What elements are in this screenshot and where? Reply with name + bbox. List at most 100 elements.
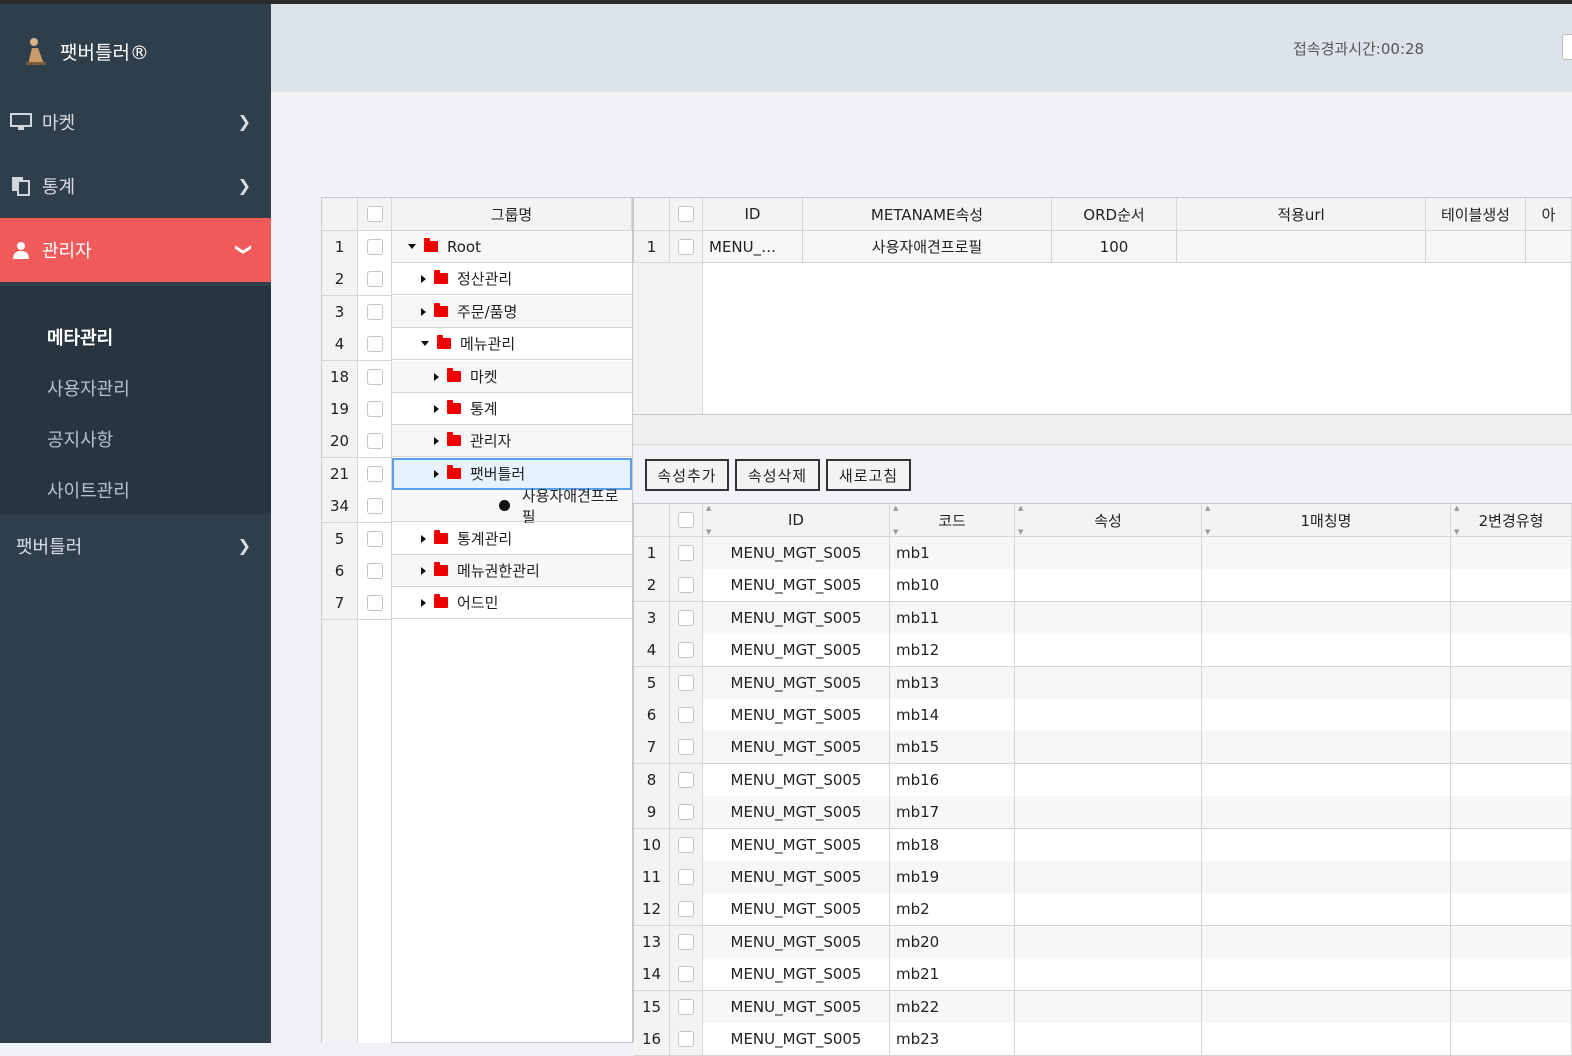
tree-node[interactable]: 사용자애견프로필 — [392, 487, 632, 526]
attr-cell-id[interactable]: MENU_MGT_S005 — [703, 634, 890, 667]
tree-node[interactable]: 통계 — [392, 393, 632, 425]
row-checkbox[interactable] — [366, 401, 383, 417]
attr-cell-change[interactable] — [1451, 958, 1572, 991]
attr-cell-id[interactable]: MENU_MGT_S005 — [703, 764, 890, 797]
tree-node[interactable]: 통계관리 — [392, 523, 632, 555]
sort-arrows-icon[interactable]: ▲ ▼ — [1205, 504, 1213, 536]
row-checkbox[interactable] — [678, 999, 694, 1015]
attr-cell-code[interactable]: mb2 — [890, 893, 1015, 926]
attr-cell-code[interactable]: mb20 — [890, 926, 1015, 959]
attr-cell-id[interactable]: MENU_MGT_S005 — [703, 991, 890, 1024]
tree-node[interactable]: 마켓 — [392, 361, 632, 393]
header-button[interactable] — [1562, 34, 1572, 60]
tree-node[interactable]: 메뉴권한관리 — [392, 555, 632, 587]
attr-cell-change[interactable] — [1451, 796, 1572, 829]
attr-cell-match[interactable] — [1202, 861, 1451, 894]
attr-cell-change[interactable] — [1451, 667, 1572, 700]
attr-cell-attr[interactable] — [1015, 829, 1202, 862]
row-checkbox[interactable] — [366, 595, 383, 611]
attr-cell-attr[interactable] — [1015, 991, 1202, 1024]
attr-cell-code[interactable]: mb19 — [890, 861, 1015, 894]
row-checkbox[interactable] — [678, 804, 694, 820]
attr-cell-match[interactable] — [1202, 1023, 1451, 1056]
row-checkbox[interactable] — [678, 610, 694, 626]
row-checkbox[interactable] — [678, 901, 694, 917]
submenu-item-site[interactable]: 사이트관리 — [47, 477, 130, 503]
attr-cell-code[interactable]: mb23 — [890, 1023, 1015, 1056]
row-checkbox[interactable] — [678, 577, 694, 593]
attr-cell-id[interactable]: MENU_MGT_S005 — [703, 829, 890, 862]
submenu-item-meta[interactable]: 메타관리 — [47, 324, 113, 350]
row-checkbox[interactable] — [678, 642, 694, 658]
row-checkbox[interactable] — [366, 433, 383, 449]
attr-cell-id[interactable]: MENU_MGT_S005 — [703, 926, 890, 959]
nav-item-admin[interactable]: 관리자 ❯ — [0, 218, 271, 282]
attr-cell-id[interactable]: MENU_MGT_S005 — [703, 731, 890, 764]
attr-cell-attr[interactable] — [1015, 764, 1202, 797]
row-checkbox[interactable] — [678, 707, 694, 723]
attr-cell-change[interactable] — [1451, 699, 1572, 732]
attr-cell-match[interactable] — [1202, 731, 1451, 764]
caret-down-icon[interactable] — [408, 244, 416, 249]
row-checkbox[interactable] — [366, 531, 383, 547]
attr-cell-id[interactable]: MENU_MGT_S005 — [703, 796, 890, 829]
attr-column-header[interactable]: ▲ ▼ 2변경유형 — [1451, 504, 1572, 537]
attr-cell-match[interactable] — [1202, 537, 1451, 570]
attr-cell-change[interactable] — [1451, 861, 1572, 894]
delete-attribute-button[interactable]: 속성삭제 — [735, 459, 820, 491]
row-checkbox[interactable] — [366, 239, 383, 255]
attr-column-header[interactable]: ▲ ▼ 코드 — [890, 504, 1015, 537]
attr-cell-id[interactable]: MENU_MGT_S005 — [703, 537, 890, 570]
attr-cell-match[interactable] — [1202, 667, 1451, 700]
attr-cell-attr[interactable] — [1015, 861, 1202, 894]
attr-column-header[interactable]: ▲ ▼ 1매칭명 — [1202, 504, 1451, 537]
attr-cell-attr[interactable] — [1015, 893, 1202, 926]
tree-node[interactable]: 관리자 — [392, 425, 632, 457]
attr-cell-attr[interactable] — [1015, 667, 1202, 700]
tree-node[interactable]: 메뉴관리 — [392, 328, 632, 360]
row-checkbox[interactable] — [678, 545, 694, 561]
caret-right-icon[interactable] — [434, 372, 439, 381]
attr-cell-code[interactable]: mb18 — [890, 829, 1015, 862]
caret-right-icon[interactable] — [434, 404, 439, 413]
caret-right-icon[interactable] — [421, 566, 426, 575]
sort-arrows-icon[interactable]: ▲ ▼ — [706, 504, 714, 536]
tree-node[interactable]: 주문/품명 — [392, 296, 632, 328]
tree-node[interactable]: 정산관리 — [392, 263, 632, 295]
attr-cell-id[interactable]: MENU_MGT_S005 — [703, 667, 890, 700]
attr-cell-id[interactable]: MENU_MGT_S005 — [703, 1023, 890, 1056]
attr-cell-change[interactable] — [1451, 537, 1572, 570]
row-checkbox[interactable] — [678, 238, 694, 255]
attr-cell-id[interactable]: MENU_MGT_S005 — [703, 861, 890, 894]
caret-down-icon[interactable] — [421, 341, 429, 346]
attr-cell-change[interactable] — [1451, 569, 1572, 602]
select-all-checkbox[interactable] — [678, 512, 694, 528]
sort-arrows-icon[interactable]: ▲ ▼ — [893, 504, 901, 536]
attr-cell-code[interactable]: mb14 — [890, 699, 1015, 732]
attr-cell-code[interactable]: mb22 — [890, 991, 1015, 1024]
attr-cell-code[interactable]: mb21 — [890, 958, 1015, 991]
attr-cell-match[interactable] — [1202, 634, 1451, 667]
attr-cell-match[interactable] — [1202, 991, 1451, 1024]
submenu-item-users[interactable]: 사용자관리 — [47, 375, 130, 401]
meta-grid-scrollbar[interactable] — [633, 415, 1572, 445]
submenu-item-notice[interactable]: 공지사항 — [47, 426, 113, 452]
caret-right-icon[interactable] — [421, 307, 426, 316]
row-checkbox[interactable] — [678, 869, 694, 885]
attr-cell-match[interactable] — [1202, 569, 1451, 602]
brand[interactable]: 팻버틀러® — [24, 34, 149, 68]
attr-cell-change[interactable] — [1451, 634, 1572, 667]
attr-cell-match[interactable] — [1202, 829, 1451, 862]
row-checkbox[interactable] — [678, 675, 694, 691]
attr-cell-id[interactable]: MENU_MGT_S005 — [703, 893, 890, 926]
tree-node[interactable]: Root — [392, 231, 632, 263]
row-checkbox[interactable] — [678, 1031, 694, 1047]
row-checkbox[interactable] — [678, 772, 694, 788]
attr-column-header[interactable]: ▲ ▼ ID — [703, 504, 890, 537]
sort-arrows-icon[interactable]: ▲ ▼ — [1454, 504, 1462, 536]
attr-cell-change[interactable] — [1451, 602, 1572, 635]
attr-cell-id[interactable]: MENU_MGT_S005 — [703, 602, 890, 635]
attr-cell-attr[interactable] — [1015, 537, 1202, 570]
attr-cell-change[interactable] — [1451, 926, 1572, 959]
sort-arrows-icon[interactable]: ▲ ▼ — [1018, 504, 1026, 536]
